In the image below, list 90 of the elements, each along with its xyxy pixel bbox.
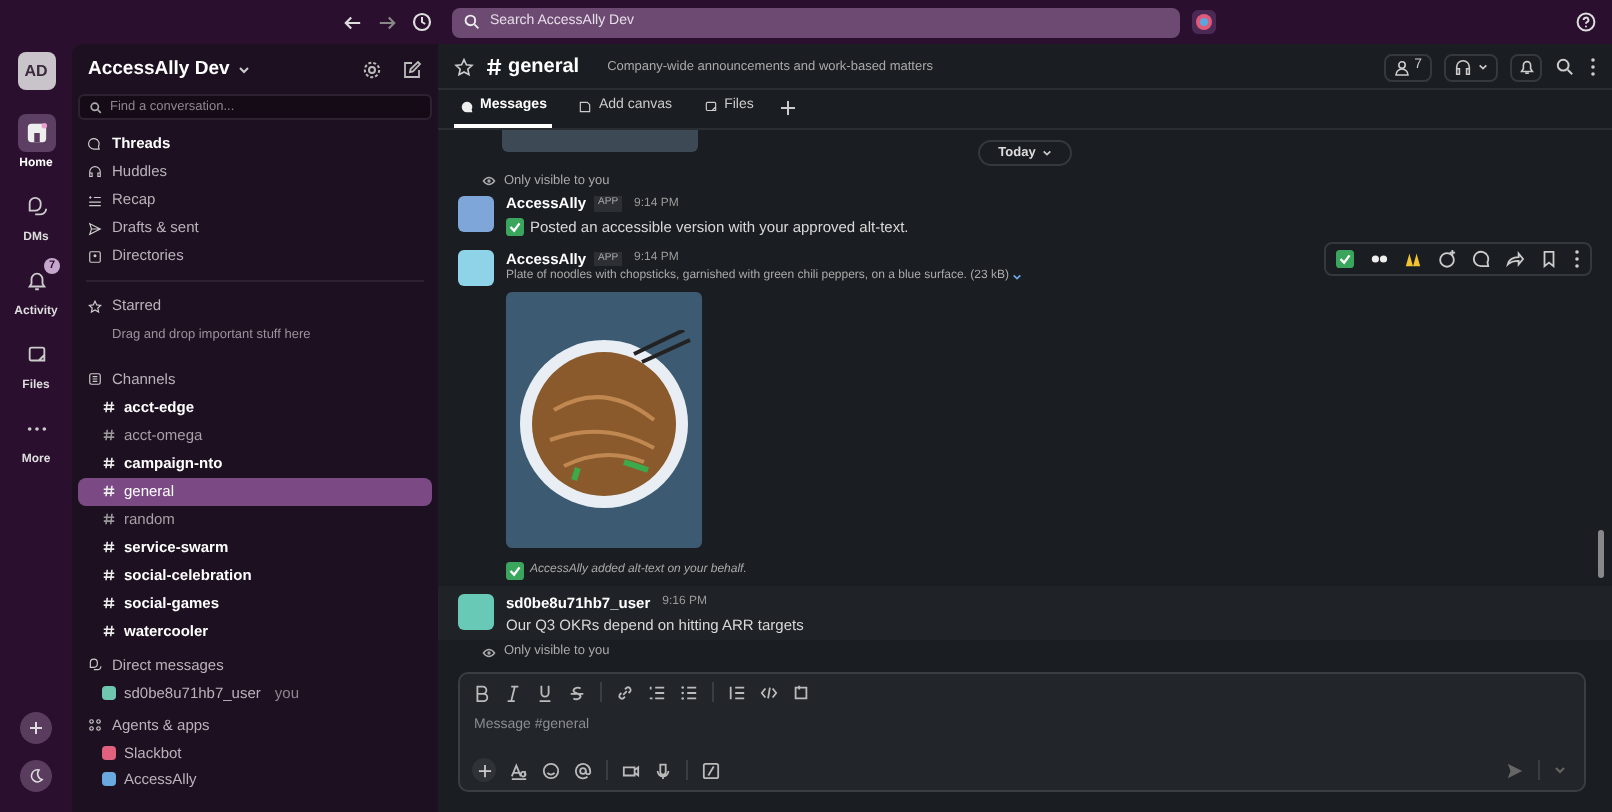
- attach-button[interactable]: [472, 758, 496, 782]
- blockquote-icon[interactable]: [728, 683, 746, 701]
- channel-name[interactable]: general: [508, 52, 580, 82]
- search-icon[interactable]: [1556, 58, 1574, 76]
- check-mark-icon: [506, 218, 524, 237]
- contact-card-icon: [88, 249, 102, 263]
- files-icon: [25, 344, 47, 366]
- house-icon: [25, 122, 47, 144]
- app-logo-icon[interactable]: [1192, 10, 1216, 34]
- threads-icon: [88, 137, 102, 151]
- help-icon[interactable]: [1576, 12, 1596, 32]
- back-arrow-icon[interactable]: [344, 13, 362, 31]
- more-options-icon[interactable]: [1574, 250, 1580, 269]
- add-button[interactable]: [20, 712, 52, 744]
- share-arrow-icon[interactable]: [1506, 250, 1524, 269]
- compose-icon[interactable]: [402, 60, 422, 80]
- numbered-list-icon[interactable]: [648, 683, 666, 701]
- workspace-avatar[interactable]: AD: [17, 52, 55, 90]
- person-icon: [1394, 59, 1411, 75]
- caret-icon[interactable]: [1012, 272, 1023, 283]
- bell-icon: [1517, 58, 1535, 76]
- scrollbar[interactable]: [1598, 530, 1604, 578]
- send-icon[interactable]: [1506, 761, 1524, 779]
- mention-icon[interactable]: [574, 761, 592, 779]
- plus-icon: [28, 720, 44, 736]
- hash-icon: [102, 624, 116, 639]
- apps-grid-icon: [88, 718, 102, 733]
- moon-icon: [28, 768, 44, 784]
- photo-placeholder[interactable]: [506, 292, 702, 549]
- send-icon: [88, 221, 102, 235]
- hash-icon: [102, 400, 116, 415]
- more-options-icon[interactable]: [1590, 58, 1596, 76]
- hash-icon: [102, 596, 116, 611]
- canvas-icon: [578, 100, 593, 114]
- hash-icon: [102, 456, 116, 471]
- star-icon: [88, 299, 102, 313]
- code-block-icon[interactable]: [792, 683, 810, 701]
- hash-icon: [102, 568, 116, 583]
- user-avatar: [102, 685, 116, 700]
- slash-command-icon[interactable]: [702, 761, 720, 779]
- quote-marks-icon[interactable]: [1370, 250, 1388, 269]
- bulleted-list-icon[interactable]: [680, 683, 698, 701]
- italic-icon[interactable]: [504, 683, 522, 701]
- strikethrough-icon[interactable]: [568, 683, 586, 701]
- bell-icon: [25, 270, 47, 292]
- search-icon: [90, 101, 102, 113]
- headphones-icon: [1454, 58, 1472, 76]
- search-icon: [464, 14, 480, 30]
- settings-icon[interactable]: [362, 60, 382, 80]
- avatar: [458, 196, 494, 232]
- underline-icon[interactable]: [536, 683, 554, 701]
- channels-icon: [88, 372, 102, 387]
- history-clock-icon[interactable]: [412, 12, 432, 32]
- workspace-name[interactable]: AccessAlly Dev: [88, 55, 230, 85]
- notifications-button[interactable]: [1510, 53, 1542, 81]
- hash-icon: [102, 428, 116, 443]
- chat-bubbles-icon: [88, 658, 102, 673]
- caret-icon: [1041, 148, 1052, 158]
- chat-bubble-icon: [460, 100, 474, 114]
- theme-button[interactable]: [20, 760, 52, 792]
- video-camera-icon[interactable]: [622, 761, 640, 779]
- reply-bubble-icon[interactable]: [1472, 250, 1490, 269]
- bookmark-icon[interactable]: [1540, 250, 1558, 269]
- hash-icon: [102, 512, 116, 527]
- chat-bubbles-icon: [25, 196, 47, 218]
- bold-icon[interactable]: [472, 683, 490, 701]
- caret-icon: [1478, 62, 1488, 72]
- hash-icon: [102, 540, 116, 555]
- add-reaction-icon[interactable]: [1438, 250, 1456, 269]
- eye-icon: [482, 174, 496, 188]
- files-icon: [704, 100, 719, 114]
- star-icon[interactable]: [454, 57, 474, 77]
- plus-icon: [477, 763, 491, 777]
- emoji-icon[interactable]: [542, 761, 560, 779]
- avatar: [458, 250, 494, 287]
- text-format-icon[interactable]: [510, 761, 528, 779]
- headphones-icon: [88, 165, 102, 179]
- list-icon: [88, 193, 102, 207]
- forward-arrow-icon[interactable]: [378, 13, 396, 31]
- microphone-icon[interactable]: [654, 761, 672, 779]
- hash-icon: [102, 484, 116, 499]
- check-mark-icon: [506, 562, 524, 581]
- link-icon[interactable]: [616, 683, 634, 701]
- hash-icon: [486, 58, 502, 76]
- check-mark-icon[interactable]: [1336, 250, 1354, 269]
- eye-icon: [482, 645, 496, 659]
- plus-icon[interactable]: [779, 100, 796, 116]
- code-icon[interactable]: [760, 683, 778, 701]
- avatar: [458, 594, 494, 631]
- huddle-button[interactable]: [1444, 53, 1498, 81]
